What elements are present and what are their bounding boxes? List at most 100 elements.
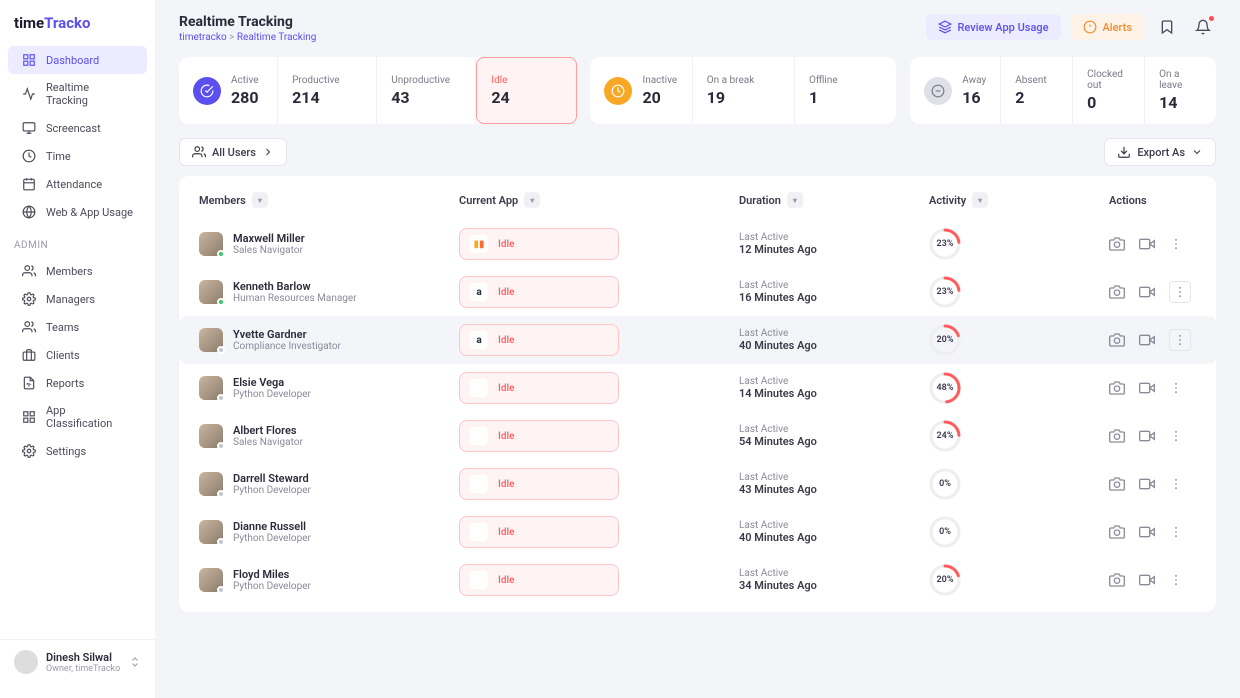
more-button[interactable] — [1169, 573, 1183, 587]
member-name: Maxwell Miller — [233, 232, 305, 245]
screenshot-button[interactable] — [1109, 428, 1125, 444]
table-row[interactable]: Maxwell Miller Sales Navigator ▮▮ Idle L… — [179, 220, 1216, 268]
screenshot-button[interactable] — [1109, 236, 1125, 252]
stat-away[interactable]: Away16 — [910, 57, 1001, 124]
sort-button[interactable]: ▾ — [972, 192, 988, 208]
screenshot-button[interactable] — [1109, 476, 1125, 492]
nav-item-realtime-tracking[interactable]: Realtime Tracking — [8, 74, 147, 114]
export-as-button[interactable]: Export As — [1104, 138, 1216, 166]
alerts-button[interactable]: Alerts — [1071, 14, 1144, 40]
more-button[interactable] — [1169, 381, 1183, 395]
duration-value: 40 Minutes Ago — [739, 531, 929, 544]
nav-item-teams[interactable]: Teams — [8, 313, 147, 341]
sort-button[interactable]: ▾ — [524, 192, 540, 208]
app-icon — [470, 427, 488, 445]
nav-item-managers[interactable]: Managers — [8, 285, 147, 313]
activity-gauge: 20% — [929, 324, 961, 356]
footer-user-name: Dinesh Silwal — [46, 651, 120, 664]
table-row[interactable]: Elsie Vega Python Developer Idle Last Ac… — [179, 364, 1216, 412]
video-button[interactable] — [1139, 332, 1155, 348]
current-app-pill: Idle — [459, 372, 619, 404]
screenshot-button[interactable] — [1109, 332, 1125, 348]
nav: Dashboard Realtime Tracking Screencast T… — [0, 46, 155, 639]
screenshot-button[interactable] — [1109, 524, 1125, 540]
table-row[interactable]: Dianne Russell Python Developer Idle Las… — [179, 508, 1216, 556]
table-row[interactable]: Floyd Miles Python Developer Idle Last A… — [179, 556, 1216, 604]
nav-item-web-app-usage[interactable]: Web & App Usage — [8, 198, 147, 226]
grid-icon — [22, 53, 36, 67]
stat-idle[interactable]: Idle24 — [476, 57, 576, 124]
activity-gauge: 48% — [929, 372, 961, 404]
nav-item-attendance[interactable]: Attendance — [8, 170, 147, 198]
app-icon — [470, 523, 488, 541]
notifications-button[interactable] — [1190, 14, 1216, 40]
brand-logo: timeTracko — [0, 14, 155, 46]
member-name: Dianne Russell — [233, 520, 311, 533]
more-button[interactable] — [1169, 281, 1191, 303]
current-app-pill: Idle — [459, 420, 619, 452]
duration-value: 12 Minutes Ago — [739, 243, 929, 256]
video-button[interactable] — [1139, 476, 1155, 492]
nav-item-clients[interactable]: Clients — [8, 341, 147, 369]
video-button[interactable] — [1139, 524, 1155, 540]
screenshot-button[interactable] — [1109, 572, 1125, 588]
video-button[interactable] — [1139, 572, 1155, 588]
nav-item-time[interactable]: Time — [8, 142, 147, 170]
video-button[interactable] — [1139, 236, 1155, 252]
user-footer[interactable]: Dinesh Silwal Owner, timeTracko — [0, 639, 155, 684]
more-button[interactable] — [1169, 525, 1183, 539]
more-button[interactable] — [1169, 477, 1183, 491]
activity-gauge: 23% — [929, 276, 961, 308]
report-icon — [22, 376, 36, 390]
activity-gauge: 23% — [929, 228, 961, 260]
member-name: Elsie Vega — [233, 376, 311, 389]
stat-on-a-leave[interactable]: On a leave14 — [1145, 57, 1216, 124]
more-button[interactable] — [1169, 329, 1191, 351]
stat-active[interactable]: Active280 — [179, 57, 278, 124]
more-button[interactable] — [1169, 237, 1183, 251]
stat-offline[interactable]: Offline1 — [795, 57, 896, 124]
review-app-usage-button[interactable]: Review App Usage — [926, 14, 1061, 40]
nav-item-settings[interactable]: Settings — [8, 437, 147, 465]
table-row[interactable]: Albert Flores Sales Navigator Idle Last … — [179, 412, 1216, 460]
more-button[interactable] — [1169, 429, 1183, 443]
page-header: Realtime Tracking timetracko > Realtime … — [179, 14, 1216, 43]
table-row[interactable]: Kenneth Barlow Human Resources Manager a… — [179, 268, 1216, 316]
bookmark-button[interactable] — [1154, 14, 1180, 40]
nav-item-dashboard[interactable]: Dashboard — [8, 46, 147, 74]
stat-inactive[interactable]: Inactive20 — [590, 57, 692, 124]
bookmark-icon — [1159, 19, 1175, 35]
app-icon: a — [470, 331, 488, 349]
video-button[interactable] — [1139, 428, 1155, 444]
stat-icon — [604, 77, 632, 105]
stat-clocked-out[interactable]: Clocked out0 — [1073, 57, 1145, 124]
duration-label: Last Active — [739, 568, 929, 579]
footer-user-role: Owner, timeTracko — [46, 664, 120, 674]
stat-on-a-break[interactable]: On a break19 — [693, 57, 795, 124]
current-app-pill: Idle — [459, 564, 619, 596]
screenshot-button[interactable] — [1109, 284, 1125, 300]
current-app-pill: ▮▮ Idle — [459, 228, 619, 260]
crumb-root[interactable]: timetracko — [179, 32, 227, 43]
sort-button[interactable]: ▾ — [787, 192, 803, 208]
duration-value: 40 Minutes Ago — [739, 339, 929, 352]
screenshot-button[interactable] — [1109, 380, 1125, 396]
sort-button[interactable]: ▾ — [252, 192, 268, 208]
stat-productive[interactable]: Productive214 — [278, 57, 377, 124]
table-row[interactable]: Darrell Steward Python Developer Idle La… — [179, 460, 1216, 508]
alert-icon — [1083, 20, 1097, 34]
nav-item-members[interactable]: Members — [8, 257, 147, 285]
video-button[interactable] — [1139, 380, 1155, 396]
duration-value: 34 Minutes Ago — [739, 579, 929, 592]
all-users-filter[interactable]: All Users — [179, 138, 287, 166]
stat-absent[interactable]: Absent2 — [1001, 57, 1073, 124]
users-icon — [192, 145, 206, 159]
chevron-right-icon — [262, 146, 274, 158]
nav-item-screencast[interactable]: Screencast — [8, 114, 147, 142]
video-button[interactable] — [1139, 284, 1155, 300]
member-role: Python Developer — [233, 389, 311, 400]
table-row[interactable]: Yvette Gardner Compliance Investigator a… — [179, 316, 1216, 364]
nav-item-app-classification[interactable]: App Classification — [8, 397, 147, 437]
nav-item-reports[interactable]: Reports — [8, 369, 147, 397]
stat-unproductive[interactable]: Unproductive43 — [377, 57, 476, 124]
